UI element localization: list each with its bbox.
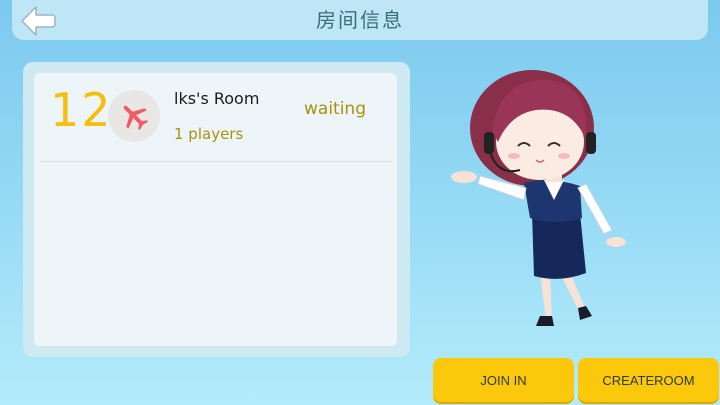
airplane-icon	[123, 105, 149, 131]
hostess-character-image	[451, 70, 626, 326]
room-list: 12 lks's Room 1 players waiting	[34, 73, 397, 346]
room-icon-badge	[108, 90, 160, 142]
create-room-button[interactable]: CREATEROOM	[578, 358, 719, 404]
room-player-count: 1 players	[174, 125, 244, 143]
row-divider	[40, 161, 392, 162]
page-title: 房间信息	[316, 8, 404, 32]
room-status: waiting	[304, 99, 366, 119]
room-list-item[interactable]: 12 lks's Room 1 players waiting	[34, 73, 397, 161]
room-name: lks's Room	[174, 89, 260, 108]
room-number: 12	[50, 83, 113, 137]
room-list-panel: 12 lks's Room 1 players waiting	[23, 62, 410, 357]
join-in-button[interactable]: JOIN IN	[433, 358, 574, 404]
